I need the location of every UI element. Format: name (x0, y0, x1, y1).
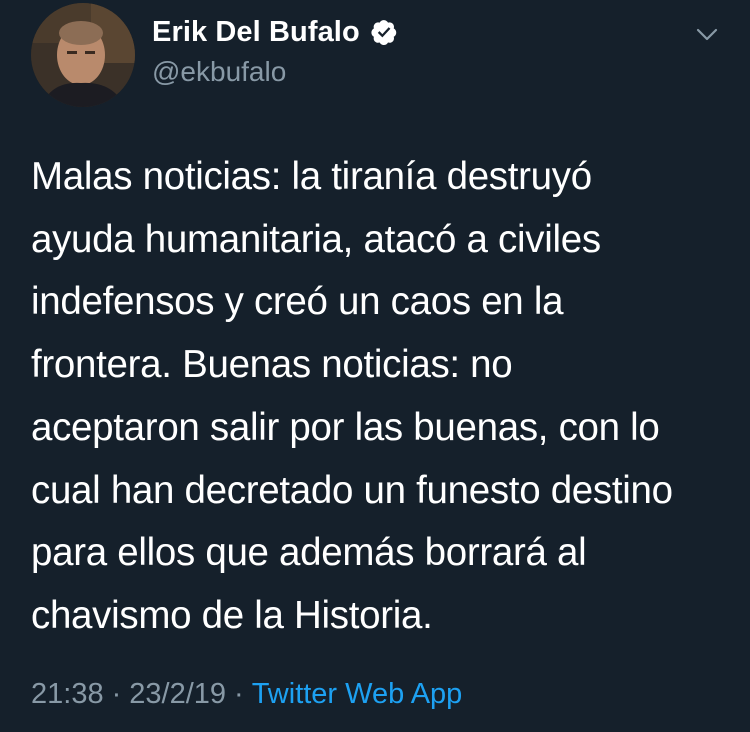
chevron-down-icon[interactable] (694, 22, 720, 48)
tweet-detail: Erik Del Bufalo @ekbufalo Malas noticias… (0, 0, 750, 732)
tweet-text-line: chavismo de la Historia. (31, 593, 433, 637)
author-block: Erik Del Bufalo @ekbufalo (152, 12, 398, 88)
name-row: Erik Del Bufalo (152, 12, 398, 52)
display-name[interactable]: Erik Del Bufalo (152, 16, 360, 49)
tweet-text-line: ayuda humanitaria, atacó a civiles (31, 217, 601, 261)
tweet-time: 21:38 (31, 678, 104, 710)
tweet-text-line: aceptaron salir por las buenas, con lo (31, 405, 660, 449)
tweet-text-line: para ellos que además borrará al (31, 531, 587, 575)
tweet-text: Malas noticias: la tiranía destruyó ayud… (31, 146, 731, 648)
avatar-photo (31, 3, 135, 107)
tweet-meta: 21:38 · 23/2/19 · Twitter Web App (31, 678, 462, 711)
meta-separator: · (234, 678, 244, 710)
avatar[interactable] (31, 3, 135, 107)
tweet-text-line: cual han decretado un funesto destino (31, 468, 673, 512)
verified-badge-icon (370, 18, 398, 46)
tweet-date: 23/2/19 (129, 678, 227, 710)
tweet-source-link[interactable]: Twitter Web App (252, 678, 463, 710)
tweet-text-line: frontera. Buenas noticias: no (31, 343, 513, 387)
tweet-text-line: indefensos y creó un caos en la (31, 280, 564, 324)
meta-separator: · (111, 678, 122, 710)
handle[interactable]: @ekbufalo (152, 56, 398, 88)
tweet-text-line: Malas noticias: la tiranía destruyó (31, 155, 592, 198)
